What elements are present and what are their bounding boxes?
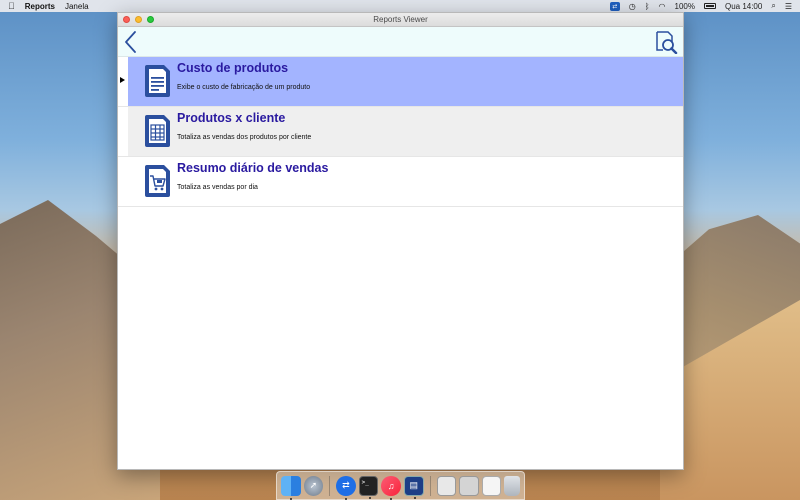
row-background: Produtos x cliente Totaliza as vendas do… [128,107,683,156]
row-background: Resumo diário de vendas Totaliza as vend… [128,157,683,206]
report-title: Custo de produtos [177,61,289,75]
back-chevron-icon[interactable] [123,30,139,54]
teamviewer-status-icon[interactable]: ⇄ [609,1,620,11]
list-item-resumo-diario-de-vendas[interactable]: Resumo diário de vendas Totaliza as vend… [118,157,683,207]
reports-icon[interactable]: ▤ [403,475,424,499]
app-menu[interactable]: Reports [25,2,55,11]
battery-percent[interactable]: 100% [675,2,695,11]
row-pointer-icon [120,77,125,83]
wifi-icon[interactable]: ◠ [659,2,666,11]
report-description: Exibe o custo de fabricação de um produt… [177,84,311,91]
report-description: Totaliza as vendas por dia [177,184,258,191]
dock: ➚ ⇄ >_ ♫ ▤ [276,471,525,500]
reports-list: Custo de produtos Exibe o custo de fabri… [118,57,683,207]
terminal-icon[interactable]: >_ [358,475,379,499]
document-cart-icon [145,165,170,197]
battery-icon[interactable] [703,3,716,9]
spotlight-icon[interactable]: ⌕ [771,1,775,11]
list-item-custo-de-produtos[interactable]: Custo de produtos Exibe o custo de fabri… [118,57,683,107]
row-highlight: Custo de produtos Exibe o custo de fabri… [128,57,683,106]
time-machine-icon[interactable]: ◷ [629,2,636,11]
menu-janela[interactable]: Janela [65,2,89,11]
menu-bar:  Reports Janela ⇄ ◷ ᛒ ◠ 100% Qua 14:00 … [0,0,800,12]
notification-center-icon[interactable]: ☰ [785,2,792,11]
document-lines-icon [145,65,170,97]
report-title: Produtos x cliente [177,111,286,125]
teamviewer-icon[interactable]: ⇄ [336,475,356,500]
dock-divider [429,475,431,496]
reports-viewer-window: Reports Viewer Custo de produtos Exibe o… [117,12,684,470]
launchpad-icon[interactable]: ➚ [303,475,324,496]
title-bar[interactable]: Reports Viewer [118,13,683,27]
search-document-icon[interactable] [654,30,678,54]
system-preferences-icon[interactable] [459,475,479,496]
window-title: Reports Viewer [373,15,428,24]
status-area: ⇄ ◷ ᛒ ◠ 100% Qua 14:00 ⌕ ☰ [609,1,792,11]
dock-divider [329,475,331,496]
document-table-icon [145,115,170,147]
list-item-produtos-x-cliente[interactable]: Produtos x cliente Totaliza as vendas do… [118,107,683,157]
bluetooth-icon[interactable]: ᛒ [645,2,650,11]
apple-menu-icon[interactable]:  [8,1,15,11]
toolbar [118,27,683,57]
report-title: Resumo diário de vendas [177,161,329,175]
finder-icon[interactable] [281,475,301,500]
document-icon[interactable] [481,475,502,496]
report-description: Totaliza as vendas dos produtos por clie… [177,134,312,141]
preview-icon[interactable] [436,475,457,496]
clock[interactable]: Qua 14:00 [725,2,762,11]
trash-icon[interactable] [504,475,521,496]
music-icon[interactable]: ♫ [381,475,401,500]
